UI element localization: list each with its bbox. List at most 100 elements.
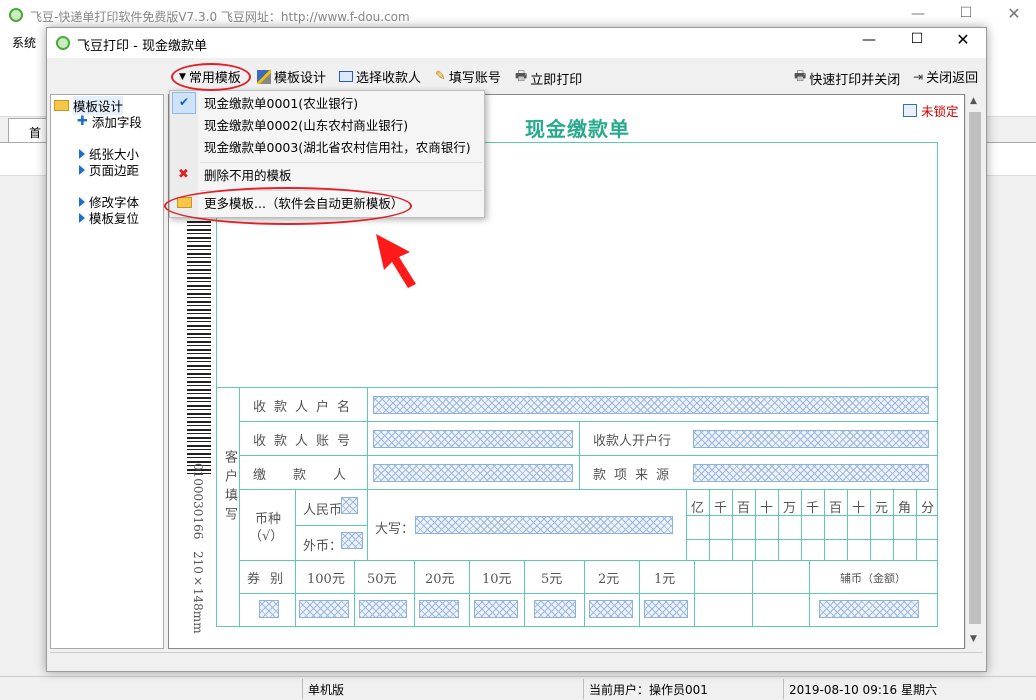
status-separator [783,679,784,699]
source-field[interactable] [693,464,929,482]
scroll-down-icon[interactable]: ▼ [970,634,977,644]
tree-item-label: 页面边距 [89,163,140,178]
menu-separator [200,162,482,163]
grid-line [809,560,810,627]
status-mode: 单机版 [308,683,345,697]
template-design-button[interactable]: 模板设计 [257,67,326,86]
tree-item-template-reset[interactable]: 模板复位 [79,208,139,227]
barcode [187,213,211,477]
printer-icon: 🖶 [515,69,528,84]
status-bar: 单机版 当前用户：操作员001 2019-08-10 09:16 星期六 [0,676,1036,700]
amount-daxie-field[interactable] [415,516,673,534]
scrollbar-thumb[interactable] [969,112,981,624]
preview-scrollbar[interactable]: ▲ ▼ [965,94,983,649]
grid-line [732,489,733,560]
digit-header: 十 [852,501,866,516]
digit-header: 亿 [691,501,705,516]
grid-line [755,489,756,560]
status-separator [583,679,584,699]
denom-header: 10元 [482,572,512,587]
digit-header: 百 [829,501,843,516]
payee-account-field[interactable] [373,430,573,448]
denom-count-field[interactable] [259,600,279,618]
lock-status[interactable]: 未锁定 [903,101,959,120]
menu-item-template-0002[interactable]: 现金缴款单0002(山东农村商业银行) [170,115,484,137]
outer-window-title: 飞豆-快递单打印软件免费版V7.3.0 飞豆网址：http://www.f-do… [30,10,410,24]
dialog-minimize-icon[interactable]: — [847,32,891,48]
quick-print-close-label: 快速打印并关闭 [809,72,901,88]
grid-line [870,489,871,560]
template-tree-panel: 模板设计 ✚ 添加字段 纸张大小 页面边距 修改字体 模板复位 [50,94,164,649]
tab-home[interactable]: 首页 [8,118,50,157]
tree-item-label: 模板复位 [89,211,140,226]
lock-status-label: 未锁定 [921,104,959,119]
denom-count-field[interactable] [589,600,633,618]
scroll-up-icon[interactable]: ▲ [970,96,977,106]
annotation-ellipse-common-templates [171,63,251,91]
triangle-right-icon [79,148,85,159]
payee-bank-label: 收款人开户行 [593,434,672,449]
dialog-logo-icon [56,36,70,50]
pencil-icon: ✎ [435,69,446,84]
outer-minimize-icon[interactable]: — [896,6,940,22]
menu-item-template-0003[interactable]: 现金缴款单0003(湖北省农村信用社，农商银行) [170,137,484,159]
denom-count-field[interactable] [534,600,576,618]
print-now-button[interactable]: 🖶 立即打印 [515,67,582,89]
denom-count-field[interactable] [299,600,349,618]
digit-header: 十 [760,501,774,516]
close-return-label: 关闭返回 [926,71,979,86]
triangle-right-icon [79,196,85,207]
grid-line [639,560,640,627]
menu-item-delete-unused[interactable]: 删除不用的模板 [170,165,484,187]
grid-line [367,489,368,560]
denom-header: 100元 [307,572,345,587]
outer-maximize-icon[interactable]: ☐ [944,5,988,21]
payee-name-field[interactable] [373,396,929,414]
contact-card-icon [339,71,353,82]
denom-count-field[interactable] [359,600,407,618]
grid-line [893,489,894,560]
digit-header: 角 [898,501,912,516]
grid-line [239,489,938,490]
customer-fill-label: 客户填写 [222,450,237,526]
form-title: 现金缴款单 [525,117,630,141]
menu-item-template-0001[interactable]: 现金缴款单0001(农业银行) [170,93,484,115]
select-payee-button[interactable]: 选择收款人 [339,67,421,86]
quick-print-close-button[interactable]: 🖶 快速打印并关闭 [794,67,900,89]
triangle-right-icon [79,164,85,175]
denom-count-field[interactable] [419,600,459,618]
close-return-button[interactable]: ⇥ 关闭返回 [913,67,979,87]
rmb-label: 人民币 [303,503,343,518]
select-payee-label: 选择收款人 [356,71,422,86]
grid-line [239,560,938,561]
aux-coin-field[interactable] [819,600,919,618]
tree-item-page-margin[interactable]: 页面边距 [79,160,139,179]
denom-header: 50元 [367,572,397,587]
digit-header: 千 [806,501,820,516]
payer-field[interactable] [373,464,573,482]
digit-header: 百 [737,501,751,516]
foreign-field[interactable] [341,532,363,549]
rmb-checkbox[interactable] [341,497,358,514]
denom-header: 2元 [598,572,620,587]
grid-line [709,489,710,560]
dialog-maximize-icon[interactable]: ☐ [895,31,939,47]
fill-account-button[interactable]: ✎ 填写账号 [435,67,501,86]
grid-line [916,489,917,560]
triangle-right-icon [79,212,85,223]
grid-line [686,489,687,560]
print-now-label: 立即打印 [530,72,583,88]
menu-system[interactable]: 系统 [12,34,36,51]
tree-item-add-field[interactable]: ✚ 添加字段 [77,112,142,131]
side-size: 210×148mm [191,551,205,634]
denom-count-field[interactable] [644,600,688,618]
dialog-title-bar: 飞豆打印 - 现金缴款单 — ☐ ✕ [47,28,986,58]
outer-close-icon[interactable]: ✕ [992,4,1036,23]
denom-count-field[interactable] [474,600,518,618]
payee-bank-field[interactable] [693,430,929,448]
pencil-ruler-icon [257,69,271,84]
dialog-title: 飞豆打印 - 现金缴款单 [77,39,207,54]
grid-line [295,489,296,627]
grid-line [239,387,240,627]
dialog-close-icon[interactable]: ✕ [941,30,985,49]
